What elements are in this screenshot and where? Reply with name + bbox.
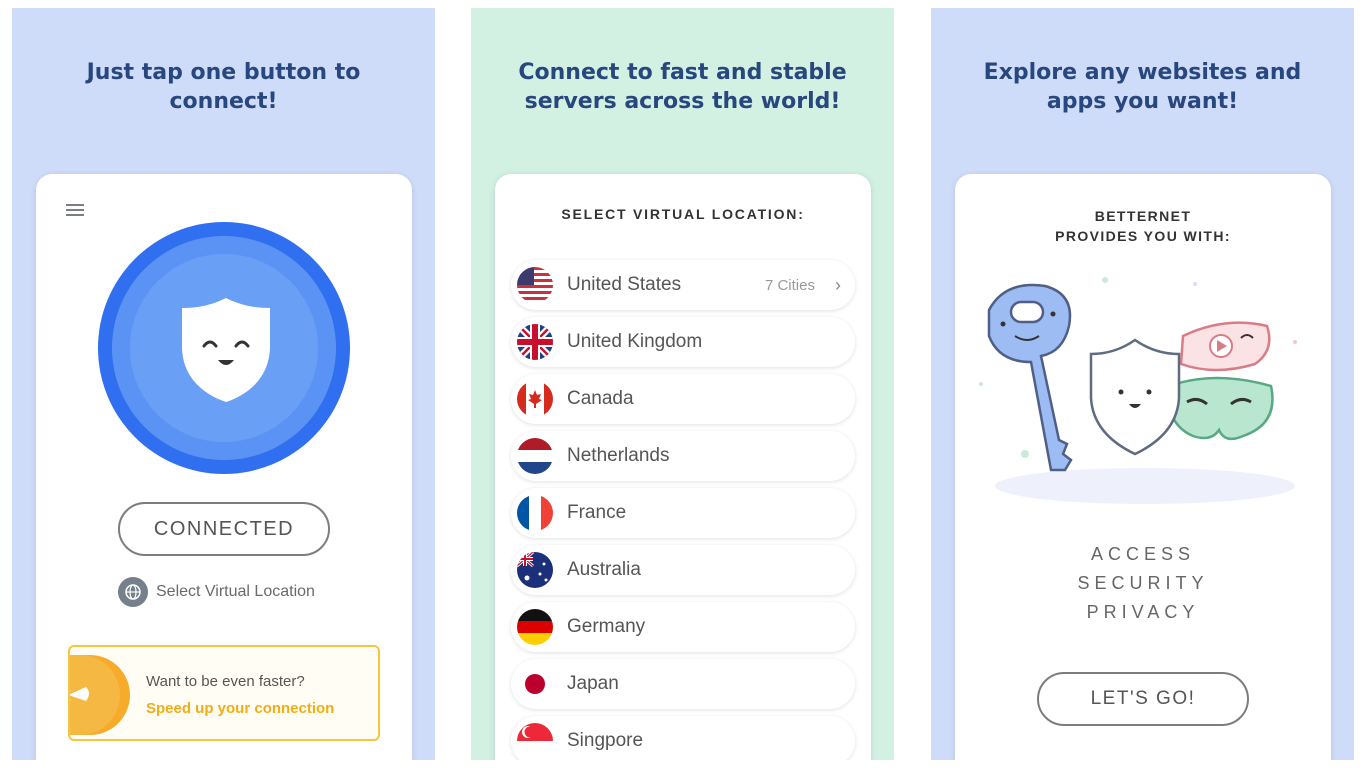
country-name: Germany bbox=[567, 616, 646, 637]
panel-heading: Connect to fast and stable servers acros… bbox=[518, 60, 847, 114]
country-item-germany[interactable]: Germany bbox=[511, 602, 855, 652]
feature-security: SECURITY bbox=[1077, 573, 1209, 593]
panel-heading: Explore any websites and apps you want! bbox=[983, 60, 1302, 114]
shield-mascot-icon bbox=[176, 294, 276, 406]
country-name: Australia bbox=[567, 559, 641, 580]
country-name: Singpore bbox=[567, 730, 644, 751]
country-item-netherlands[interactable]: Netherlands bbox=[511, 431, 855, 481]
flag-germany-icon bbox=[517, 609, 553, 645]
connected-status-button[interactable]: CONNECTED bbox=[118, 502, 330, 556]
promo-cta-link[interactable]: Speed up your connection bbox=[146, 700, 334, 717]
privacy-mask-icon bbox=[1167, 376, 1274, 441]
flag-netherlands-icon bbox=[517, 438, 553, 474]
select-location-title: SELECT VIRTUAL LOCATION: bbox=[561, 206, 805, 222]
app-store-screenshots: Just tap one button to connect! CONNECTE… bbox=[0, 0, 1366, 768]
city-count: 7 Cities bbox=[764, 276, 815, 294]
speed-up-promo[interactable]: Want to be even faster? Speed up your co… bbox=[68, 645, 380, 741]
country-name: France bbox=[567, 502, 627, 523]
flag-us-icon bbox=[517, 267, 553, 303]
phone-screen-connect: CONNECTED Select Virtual Location Want t… bbox=[36, 174, 412, 760]
provides-title: BETTERNET PROVIDES YOU WITH: bbox=[955, 206, 1331, 246]
country-item-singapore[interactable]: Singpore bbox=[511, 716, 855, 760]
feature-access: ACCESS bbox=[1090, 544, 1196, 564]
panel-locations: Connect to fast and stable servers acros… bbox=[471, 8, 894, 760]
provides-title-line1: BETTERNET bbox=[1094, 208, 1192, 224]
globe-icon bbox=[118, 577, 148, 607]
shield-mascot-icon bbox=[1089, 338, 1181, 456]
country-name: United States bbox=[567, 274, 682, 295]
country-item-united-states[interactable]: United States 7 Cities › bbox=[511, 260, 855, 310]
rocket-icon bbox=[70, 655, 120, 735]
hamburger-icon[interactable] bbox=[66, 204, 84, 218]
flag-singapore-icon bbox=[517, 723, 553, 759]
feature-list: ACCESS SECURITY PRIVACY bbox=[955, 540, 1331, 627]
panel-heading: Just tap one button to connect! bbox=[86, 60, 361, 114]
feature-privacy: PRIVACY bbox=[1086, 602, 1200, 622]
video-mask-icon bbox=[1179, 321, 1271, 372]
country-name: Japan bbox=[567, 673, 619, 694]
phone-screen-explore: BETTERNET PROVIDES YOU WITH: ACCESS SECU… bbox=[955, 174, 1331, 760]
select-location-link[interactable]: Select Virtual Location bbox=[118, 577, 348, 607]
country-name: Netherlands bbox=[567, 445, 670, 466]
country-item-canada[interactable]: Canada bbox=[511, 374, 855, 424]
key-shield-mask-illustration bbox=[975, 264, 1315, 524]
country-name: Canada bbox=[567, 388, 634, 409]
flag-australia-icon bbox=[517, 552, 553, 588]
lets-go-button[interactable]: LET'S GO! bbox=[1037, 672, 1249, 726]
promo-question: Want to be even faster? bbox=[146, 673, 305, 690]
country-item-japan[interactable]: Japan bbox=[511, 659, 855, 709]
phone-screen-locations: SELECT VIRTUAL LOCATION: United States 7… bbox=[495, 174, 871, 760]
flag-canada-icon bbox=[517, 381, 553, 417]
select-location-label: Select Virtual Location bbox=[156, 583, 315, 600]
country-item-australia[interactable]: Australia bbox=[511, 545, 855, 595]
flag-uk-icon bbox=[517, 324, 553, 360]
country-item-united-kingdom[interactable]: United Kingdom bbox=[511, 317, 855, 367]
provides-title-line2: PROVIDES YOU WITH: bbox=[1055, 228, 1231, 244]
panel-explore: Explore any websites and apps you want! … bbox=[931, 8, 1354, 760]
country-item-france[interactable]: France bbox=[511, 488, 855, 538]
chevron-right-icon: › bbox=[835, 274, 841, 295]
key-icon bbox=[987, 283, 1073, 472]
flag-japan-icon bbox=[517, 666, 553, 702]
flag-france-icon bbox=[517, 495, 553, 531]
panel-connect: Just tap one button to connect! CONNECTE… bbox=[12, 8, 435, 760]
country-name: United Kingdom bbox=[567, 331, 703, 352]
